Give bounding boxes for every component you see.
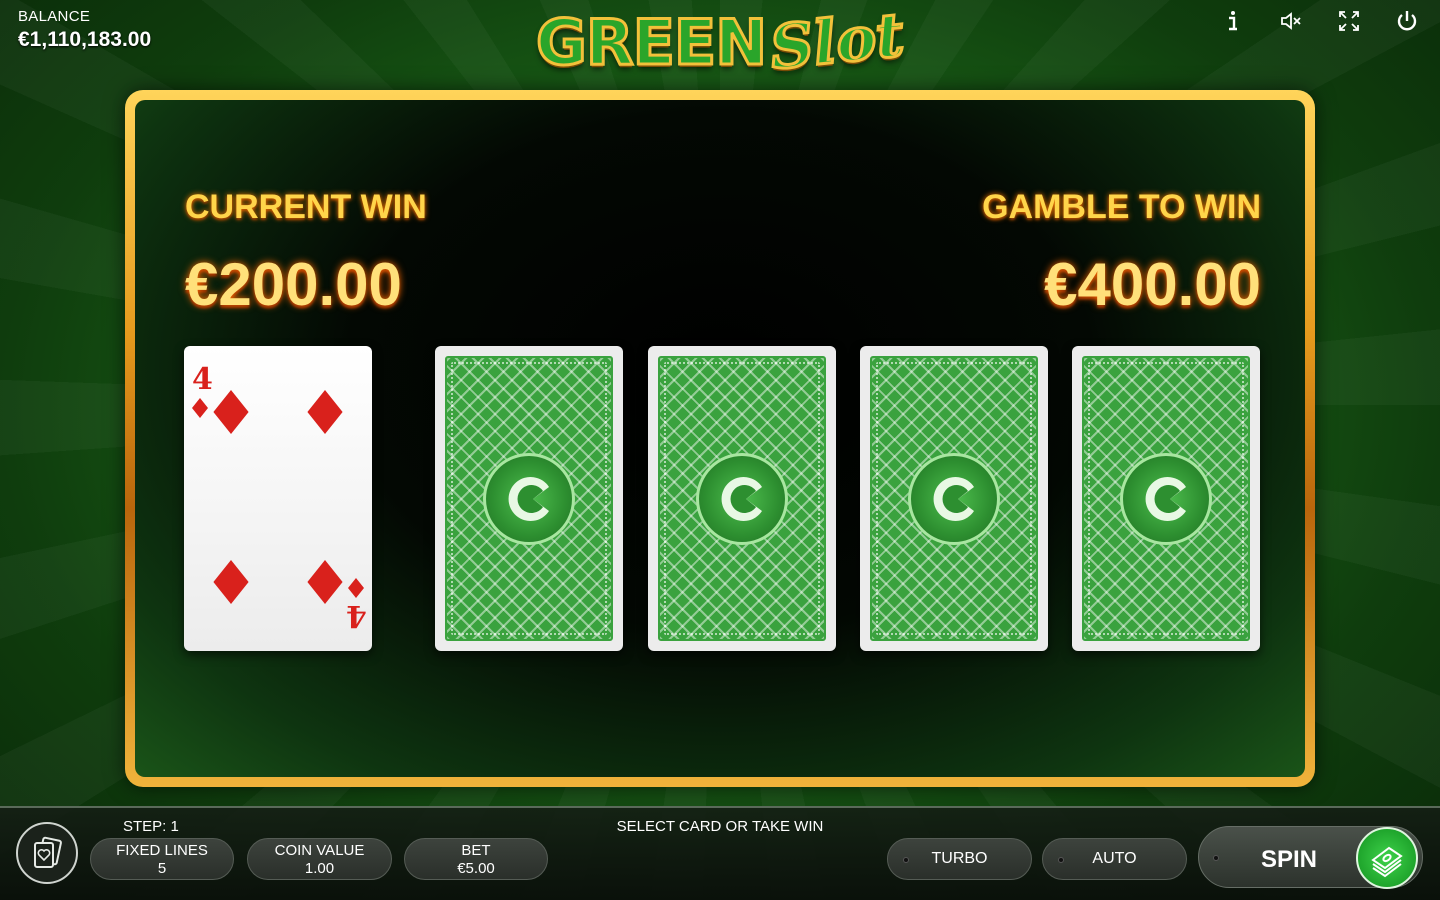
cash-stack-icon <box>1371 846 1403 878</box>
power-icon[interactable] <box>1392 6 1422 36</box>
turbo-button[interactable]: TURBO <box>887 838 1032 880</box>
turbo-label: TURBO <box>931 850 988 867</box>
fixed-lines-value: 5 <box>157 860 167 877</box>
diamond-pip-icon <box>213 560 249 604</box>
current-win-label: CURRENT WIN <box>185 188 427 226</box>
coin-value-selector[interactable]: COIN VALUE 1.00 <box>247 838 392 880</box>
diamond-pip-icon <box>307 390 343 434</box>
bottom-bar: STEP: 1 SELECT CARD OR TAKE WIN FIXED LI… <box>0 806 1440 900</box>
bet-value: €5.00 <box>457 860 495 877</box>
spin-button[interactable]: SPIN <box>1198 826 1423 889</box>
hidden-card-4[interactable] <box>1072 346 1260 651</box>
card-back-pattern <box>445 356 613 641</box>
card-back-pattern <box>870 356 1038 641</box>
auto-label: AUTO <box>1092 850 1137 867</box>
balance-label: BALANCE <box>18 8 91 25</box>
sound-muted-icon[interactable] <box>1276 6 1306 36</box>
bet-label: BET <box>461 842 491 859</box>
fullscreen-icon[interactable] <box>1334 6 1364 36</box>
game-logo: GREEN Slot <box>500 0 940 85</box>
card-back-emblem-icon <box>1120 452 1212 545</box>
logo-slot-text: Slot <box>765 0 908 85</box>
card-back-emblem-icon <box>483 452 575 545</box>
cards-heart-icon <box>34 836 62 868</box>
current-win-value: €200.00 <box>185 251 402 318</box>
fixed-lines-display: FIXED LINES 5 <box>90 838 234 880</box>
diamond-pip-icon <box>307 560 343 604</box>
top-controls <box>1218 6 1422 36</box>
hidden-card-3[interactable] <box>860 346 1048 651</box>
spin-label: SPIN <box>1261 846 1318 873</box>
gamble-to-win-value: €400.00 <box>1044 251 1261 318</box>
hidden-card-1[interactable] <box>435 346 623 651</box>
gamble-frame: CURRENT WIN €200.00 GAMBLE TO WIN €400.0… <box>125 90 1315 787</box>
gamble-to-win-label: GAMBLE TO WIN <box>982 188 1261 226</box>
spin-indicator-dot <box>1213 855 1219 861</box>
card-back-emblem-icon <box>696 452 788 545</box>
card-back-emblem-icon <box>908 452 1000 545</box>
card-rank-bottom: 4 <box>346 598 367 633</box>
take-win-button[interactable] <box>1356 827 1418 889</box>
paytable-button[interactable] <box>16 822 78 884</box>
coin-value-value: 1.00 <box>304 860 335 877</box>
card-back-pattern <box>658 356 826 641</box>
diamond-small-icon <box>192 398 208 418</box>
coin-value-label: COIN VALUE <box>274 842 365 859</box>
auto-indicator-dot <box>1058 857 1064 863</box>
dealer-card: 4 4 <box>184 346 372 651</box>
card-rank-top: 4 <box>192 362 213 397</box>
card-back-pattern <box>1082 356 1250 641</box>
info-icon[interactable] <box>1218 6 1248 36</box>
fixed-lines-label: FIXED LINES <box>116 842 208 859</box>
balance-value: €1,110,183.00 <box>18 28 152 51</box>
hidden-card-2[interactable] <box>648 346 836 651</box>
gamble-panel: CURRENT WIN €200.00 GAMBLE TO WIN €400.0… <box>135 100 1305 777</box>
auto-button[interactable]: AUTO <box>1042 838 1187 880</box>
diamond-pip-icon <box>213 390 249 434</box>
bet-selector[interactable]: BET €5.00 <box>404 838 548 880</box>
logo-green-text: GREEN <box>534 4 768 80</box>
diamond-small-icon <box>348 578 364 598</box>
balance-display: BALANCE €1,110,183.00 <box>18 8 151 52</box>
turbo-indicator-dot <box>903 857 909 863</box>
